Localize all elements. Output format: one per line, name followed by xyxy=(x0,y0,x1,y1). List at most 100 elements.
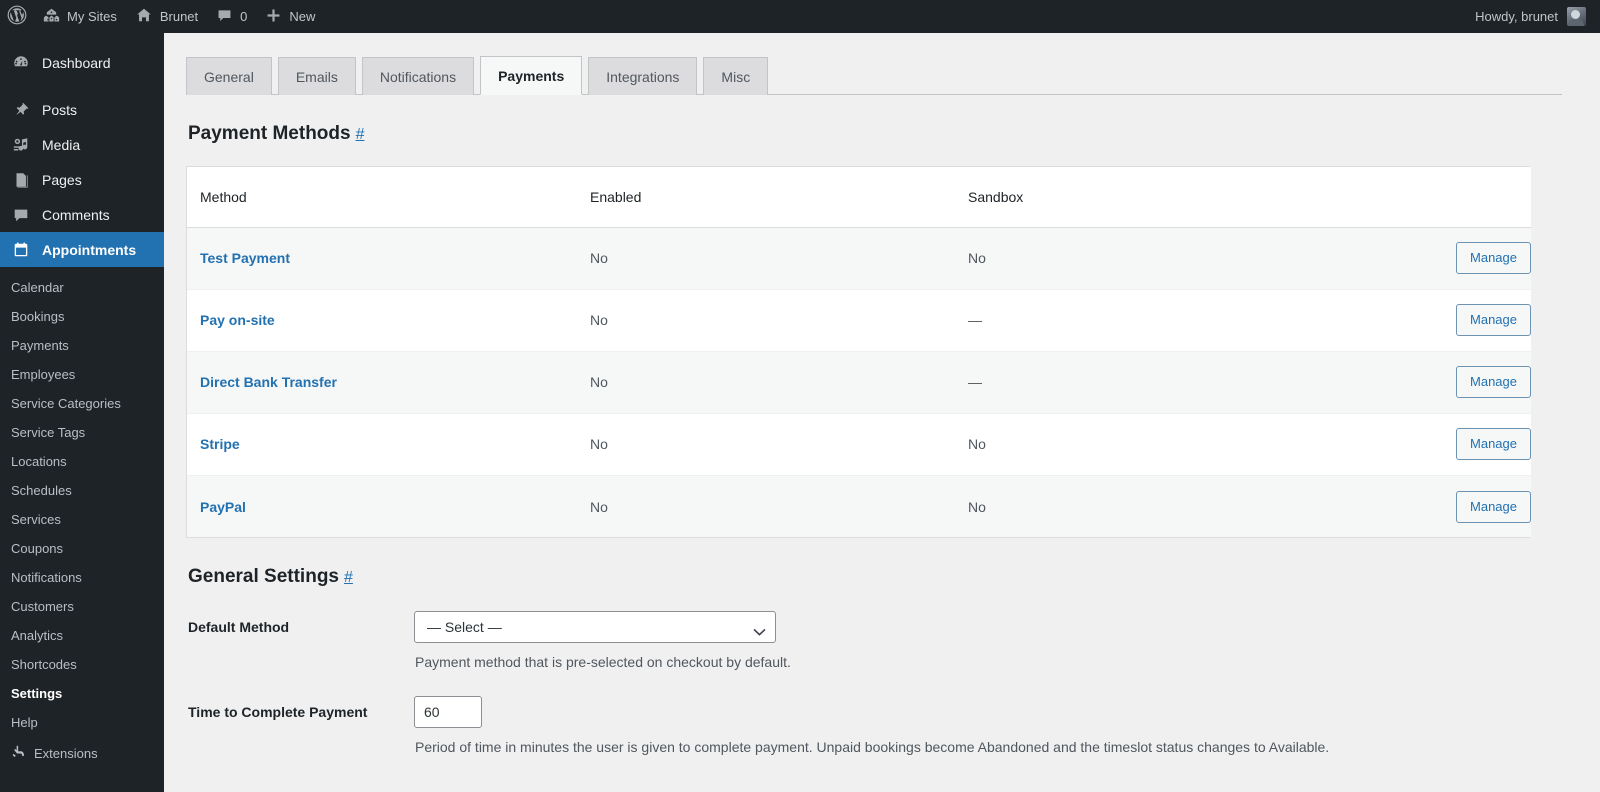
calendar-icon xyxy=(11,240,31,260)
sidebar-subitem-employees[interactable]: Employees xyxy=(0,360,164,389)
payment-methods-card: Method Enabled Sandbox Test Payment No N… xyxy=(186,165,1531,539)
admin-bar-label: My Sites xyxy=(67,9,117,24)
sidebar-subitem-customers[interactable]: Customers xyxy=(0,592,164,621)
sidebar-subitem-locations[interactable]: Locations xyxy=(0,447,164,476)
comments-icon xyxy=(11,205,31,225)
manage-button[interactable]: Manage xyxy=(1456,428,1531,461)
method-link-direct-bank-transfer[interactable]: Direct Bank Transfer xyxy=(200,374,337,390)
sidebar-subitem-services[interactable]: Services xyxy=(0,505,164,534)
tab-payments[interactable]: Payments xyxy=(480,56,583,95)
sidebar-subitem-calendar[interactable]: Calendar xyxy=(0,273,164,302)
label-time-to-complete-payment: Time to Complete Payment xyxy=(188,704,368,721)
sidebar-subitem-payments[interactable]: Payments xyxy=(0,331,164,360)
sidebar-subitem-settings[interactable]: Settings xyxy=(0,679,164,708)
anchor-link-general-settings[interactable]: # xyxy=(344,569,353,586)
manage-button[interactable]: Manage xyxy=(1456,304,1531,337)
sidebar-item-label: Dashboard xyxy=(42,54,111,71)
column-header-method: Method xyxy=(187,166,577,228)
avatar xyxy=(1567,7,1586,26)
sidebar-item-appointments[interactable]: Appointments xyxy=(0,232,172,267)
tab-emails[interactable]: Emails xyxy=(277,57,356,95)
method-link-paypal[interactable]: PayPal xyxy=(200,499,246,515)
cell-enabled: No xyxy=(577,227,955,290)
admin-bar-account[interactable]: Howdy, brunet xyxy=(1475,7,1600,26)
column-header-actions xyxy=(1333,166,1531,228)
media-icon xyxy=(11,135,31,155)
chevron-down-icon xyxy=(753,623,766,636)
admin-bar-item-new[interactable]: New xyxy=(256,0,324,33)
tab-general[interactable]: General xyxy=(186,57,272,95)
method-link-test-payment[interactable]: Test Payment xyxy=(200,250,290,266)
payment-methods-title: Payment Methods xyxy=(188,123,351,144)
cell-sandbox: No xyxy=(955,413,1333,476)
admin-bar-label: Brunet xyxy=(159,9,199,24)
cell-method: Test Payment xyxy=(187,227,577,290)
admin-bar-item-site-name[interactable]: Brunet xyxy=(126,0,207,33)
admin-bar: My Sites Brunet 0 New Howdy, brunet xyxy=(0,0,1600,33)
sidebar-item-label: Comments xyxy=(42,206,110,223)
sidebar-item-dashboard[interactable]: Dashboard xyxy=(0,45,164,80)
payment-methods-heading: Payment Methods # xyxy=(188,123,1600,146)
anchor-link-payment-methods[interactable]: # xyxy=(356,126,365,143)
general-settings-title: General Settings xyxy=(188,566,339,588)
cell-action: Manage xyxy=(1333,289,1531,352)
dashboard-icon xyxy=(11,53,31,73)
sidebar-item-label: Pages xyxy=(42,171,82,188)
posts-icon xyxy=(11,100,31,120)
admin-bar-item-comments[interactable]: 0 xyxy=(207,0,256,33)
cell-method: Pay on-site xyxy=(187,289,577,352)
manage-button[interactable]: Manage xyxy=(1456,242,1531,275)
tab-integrations[interactable]: Integrations xyxy=(588,57,698,95)
cell-method: PayPal xyxy=(187,475,577,538)
sidebar-subitem-service-categories[interactable]: Service Categories xyxy=(0,389,164,418)
general-settings-heading: General Settings # xyxy=(188,566,1600,589)
time-to-complete-payment-input[interactable]: 60 xyxy=(414,696,482,729)
sidebar-subitem-help[interactable]: Help xyxy=(0,708,164,737)
cell-action: Manage xyxy=(1333,351,1531,414)
cell-enabled: No xyxy=(577,351,955,414)
table-row: Direct Bank Transfer No — Manage xyxy=(187,351,1531,414)
payment-methods-table: Method Enabled Sandbox Test Payment No N… xyxy=(187,166,1531,538)
admin-bar-item-my-sites[interactable]: My Sites xyxy=(34,0,126,33)
cell-sandbox: No xyxy=(955,227,1333,290)
sidebar-subitem-shortcodes[interactable]: Shortcodes xyxy=(0,650,164,679)
sidebar-item-label: Appointments xyxy=(42,241,137,258)
field-time-to-complete-payment: Time to Complete Payment 60 Period of ti… xyxy=(186,696,1600,755)
sidebar-subitem-schedules[interactable]: Schedules xyxy=(0,476,164,505)
sidebar-item-comments[interactable]: Comments xyxy=(0,197,164,232)
manage-button[interactable]: Manage xyxy=(1456,366,1531,399)
wordpress-logo-menu[interactable] xyxy=(0,0,34,33)
default-method-selected-value: — Select — xyxy=(427,619,502,636)
sidebar-subitem-service-tags[interactable]: Service Tags xyxy=(0,418,164,447)
sidebar-item-pages[interactable]: Pages xyxy=(0,162,164,197)
sidebar-item-posts[interactable]: Posts xyxy=(0,92,164,127)
tab-notifications[interactable]: Notifications xyxy=(361,57,475,95)
cell-sandbox: — xyxy=(955,351,1333,414)
cell-enabled: No xyxy=(577,475,955,538)
tab-misc[interactable]: Misc xyxy=(703,57,769,95)
table-row: Pay on-site No — Manage xyxy=(187,289,1531,352)
sidebar-item-label: Media xyxy=(42,136,81,153)
method-link-pay-on-site[interactable]: Pay on-site xyxy=(200,312,275,328)
appointments-submenu: Calendar Bookings Payments Employees Ser… xyxy=(0,267,164,777)
cell-method: Stripe xyxy=(187,413,577,476)
cell-sandbox: — xyxy=(955,289,1333,352)
sidebar-subitem-coupons[interactable]: Coupons xyxy=(0,534,164,563)
comment-icon xyxy=(216,7,233,27)
sidebar-subitem-extensions[interactable]: Extensions xyxy=(0,737,164,769)
sidebar-subitem-notifications[interactable]: Notifications xyxy=(0,563,164,592)
sidebar-subitem-bookings[interactable]: Bookings xyxy=(0,302,164,331)
sidebar-item-label: Posts xyxy=(42,101,78,118)
method-link-stripe[interactable]: Stripe xyxy=(200,436,240,452)
home-icon xyxy=(135,6,153,27)
table-row: PayPal No No Manage xyxy=(187,475,1531,538)
label-default-method: Default Method xyxy=(188,619,290,636)
default-method-select[interactable]: — Select — xyxy=(414,611,776,644)
sidebar-subitem-analytics[interactable]: Analytics xyxy=(0,621,164,650)
sidebar-item-media[interactable]: Media xyxy=(0,127,164,162)
cell-enabled: No xyxy=(577,289,955,352)
sidebar-subitem-label: Extensions xyxy=(34,745,98,761)
settings-tabs: General Emails Notifications Payments In… xyxy=(186,33,1562,95)
manage-button[interactable]: Manage xyxy=(1456,490,1531,523)
column-header-enabled: Enabled xyxy=(577,166,955,228)
